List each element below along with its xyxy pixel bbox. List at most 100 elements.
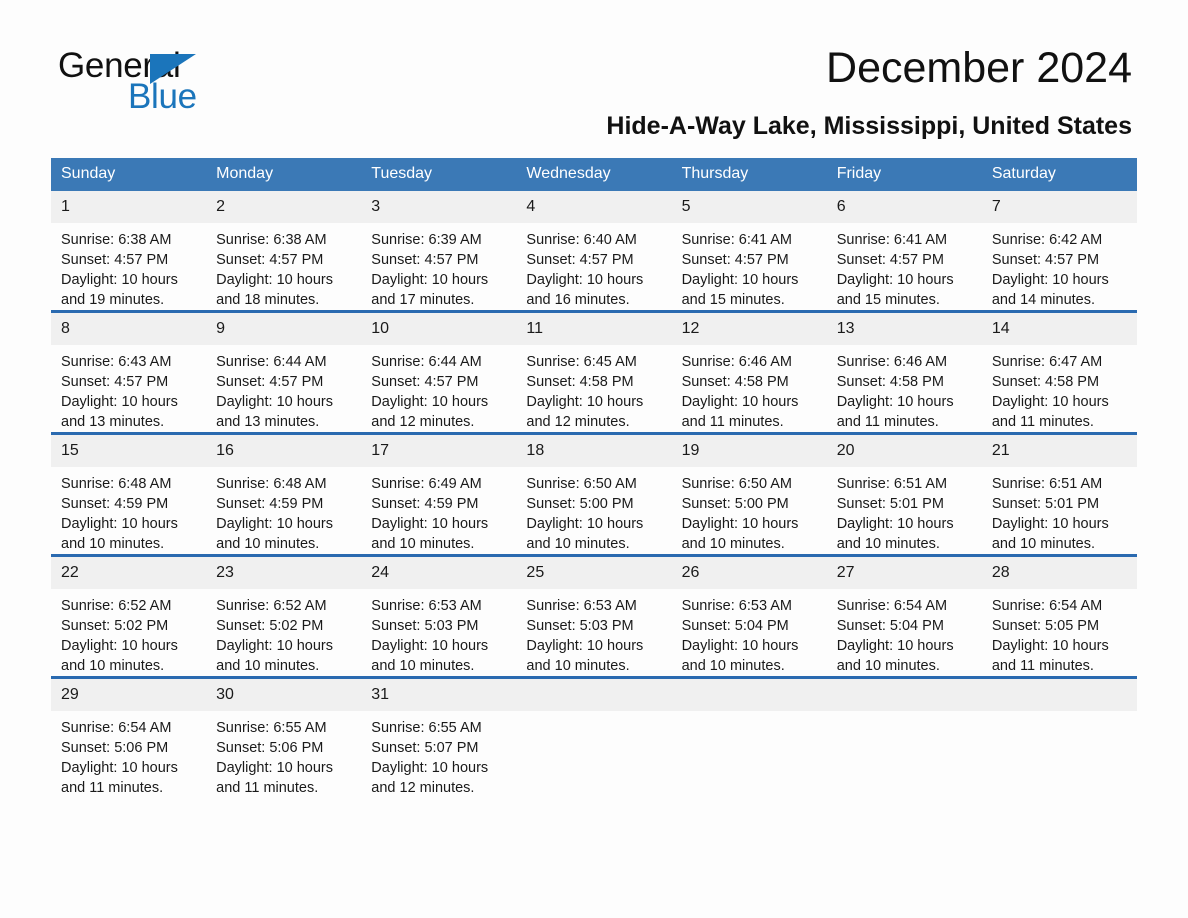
sunrise-text: Sunrise: 6:39 AM <box>371 232 482 248</box>
day-cell[interactable]: 13 Sunrise: 6:46 AM Sunset: 4:58 PM Dayl… <box>826 310 982 434</box>
day-number: 1 <box>51 191 207 223</box>
day-number: 31 <box>361 679 517 711</box>
day-details: Sunrise: 6:51 AM Sunset: 5:01 PM Dayligh… <box>827 467 982 554</box>
day-cell[interactable]: 23 Sunrise: 6:52 AM Sunset: 5:02 PM Dayl… <box>206 554 362 678</box>
sunset-text: Sunset: 5:01 PM <box>836 496 944 512</box>
day-cell[interactable]: 22 Sunrise: 6:52 AM Sunset: 5:02 PM Dayl… <box>51 554 207 678</box>
day-cell[interactable]: 6 Sunrise: 6:41 AM Sunset: 4:57 PM Dayli… <box>826 191 982 312</box>
day-details: Sunrise: 6:48 AM Sunset: 4:59 PM Dayligh… <box>51 467 206 554</box>
day-details: Sunrise: 6:53 AM Sunset: 5:03 PM Dayligh… <box>516 589 671 676</box>
sunset-text: Sunset: 5:00 PM <box>526 496 634 512</box>
daylight-text: Daylight: 10 hours and 10 minutes. <box>371 638 489 674</box>
day-cell[interactable]: 4 Sunrise: 6:40 AM Sunset: 4:57 PM Dayli… <box>516 191 672 312</box>
day-cell[interactable]: 11 Sunrise: 6:45 AM Sunset: 4:58 PM Dayl… <box>516 310 672 434</box>
day-cell[interactable]: 19 Sunrise: 6:50 AM Sunset: 5:00 PM Dayl… <box>671 432 827 556</box>
day-number: 30 <box>206 679 362 711</box>
day-cell[interactable]: 21 Sunrise: 6:51 AM Sunset: 5:01 PM Dayl… <box>981 432 1137 556</box>
day-number: 29 <box>51 679 207 711</box>
sunrise-text: Sunrise: 6:54 AM <box>61 720 172 736</box>
daylight-text: Daylight: 10 hours and 11 minutes. <box>216 760 334 796</box>
day-cell[interactable]: 27 Sunrise: 6:54 AM Sunset: 5:04 PM Dayl… <box>826 554 982 678</box>
sunset-text: Sunset: 5:07 PM <box>371 740 479 756</box>
sunrise-text: Sunrise: 6:38 AM <box>61 232 172 248</box>
daylight-text: Daylight: 10 hours and 19 minutes. <box>61 272 178 308</box>
sunset-text: Sunset: 5:04 PM <box>836 618 944 634</box>
day-number: 27 <box>826 557 982 589</box>
day-cell[interactable]: 30 Sunrise: 6:55 AM Sunset: 5:06 PM Dayl… <box>206 676 362 798</box>
day-cell[interactable]: 9 Sunrise: 6:44 AM Sunset: 4:57 PM Dayli… <box>206 310 362 434</box>
day-cell[interactable]: 20 Sunrise: 6:51 AM Sunset: 5:01 PM Dayl… <box>826 432 982 556</box>
daylight-text: Daylight: 10 hours and 15 minutes. <box>836 272 954 308</box>
sunrise-text: Sunrise: 6:47 AM <box>991 354 1103 370</box>
day-details: Sunrise: 6:48 AM Sunset: 4:59 PM Dayligh… <box>206 467 361 554</box>
sunset-text: Sunset: 5:00 PM <box>681 496 789 512</box>
calendar-week-row: 29 Sunrise: 6:54 AM Sunset: 5:06 PM Dayl… <box>51 676 1137 798</box>
sunset-text: Sunset: 4:57 PM <box>991 252 1100 268</box>
day-cell[interactable]: 18 Sunrise: 6:50 AM Sunset: 5:00 PM Dayl… <box>516 432 672 556</box>
day-cell[interactable]: 31 Sunrise: 6:55 AM Sunset: 5:07 PM Dayl… <box>361 676 517 798</box>
day-details: Sunrise: 6:46 AM Sunset: 4:58 PM Dayligh… <box>672 345 827 432</box>
sunset-text: Sunset: 5:04 PM <box>681 618 789 634</box>
daylight-text: Daylight: 10 hours and 10 minutes. <box>216 638 334 674</box>
daylight-text: Daylight: 10 hours and 18 minutes. <box>216 272 334 308</box>
day-number: 15 <box>51 435 207 467</box>
daylight-text: Daylight: 10 hours and 10 minutes. <box>371 516 489 552</box>
sunset-text: Sunset: 4:57 PM <box>61 374 169 390</box>
day-cell[interactable]: 1 Sunrise: 6:38 AM Sunset: 4:57 PM Dayli… <box>51 191 207 312</box>
logo-text-blue: Blue <box>128 77 197 116</box>
day-number <box>671 679 827 711</box>
day-cell[interactable]: 17 Sunrise: 6:49 AM Sunset: 4:59 PM Dayl… <box>361 432 517 556</box>
weekday-header-friday: Friday <box>826 158 982 191</box>
day-cell[interactable]: 26 Sunrise: 6:53 AM Sunset: 5:04 PM Dayl… <box>671 554 827 678</box>
sunrise-text: Sunrise: 6:48 AM <box>61 476 172 492</box>
daylight-text: Daylight: 10 hours and 10 minutes. <box>216 516 334 552</box>
day-cell[interactable]: 8 Sunrise: 6:43 AM Sunset: 4:57 PM Dayli… <box>51 310 207 434</box>
day-number: 5 <box>671 191 827 223</box>
day-number: 2 <box>206 191 362 223</box>
weekday-header-monday: Monday <box>206 158 362 191</box>
sunrise-text: Sunrise: 6:54 AM <box>836 598 948 614</box>
day-cell[interactable]: 25 Sunrise: 6:53 AM Sunset: 5:03 PM Dayl… <box>516 554 672 678</box>
day-number: 4 <box>516 191 672 223</box>
day-cell[interactable]: 2 Sunrise: 6:38 AM Sunset: 4:57 PM Dayli… <box>206 191 362 312</box>
sunset-text: Sunset: 4:57 PM <box>526 252 634 268</box>
day-cell[interactable]: 24 Sunrise: 6:53 AM Sunset: 5:03 PM Dayl… <box>361 554 517 678</box>
day-cell[interactable]: 16 Sunrise: 6:48 AM Sunset: 4:59 PM Dayl… <box>206 432 362 556</box>
daylight-text: Daylight: 10 hours and 12 minutes. <box>371 760 489 796</box>
day-cell[interactable]: 5 Sunrise: 6:41 AM Sunset: 4:57 PM Dayli… <box>671 191 827 312</box>
sunset-text: Sunset: 4:57 PM <box>216 374 324 390</box>
day-cell[interactable]: 29 Sunrise: 6:54 AM Sunset: 5:06 PM Dayl… <box>51 676 207 798</box>
day-details: Sunrise: 6:39 AM Sunset: 4:57 PM Dayligh… <box>361 223 516 310</box>
day-cell[interactable]: 15 Sunrise: 6:48 AM Sunset: 4:59 PM Dayl… <box>51 432 207 556</box>
day-number: 12 <box>671 313 827 345</box>
day-details: Sunrise: 6:41 AM Sunset: 4:57 PM Dayligh… <box>827 223 982 310</box>
sunrise-text: Sunrise: 6:55 AM <box>216 720 327 736</box>
daylight-text: Daylight: 10 hours and 10 minutes. <box>526 516 644 552</box>
day-cell[interactable]: 12 Sunrise: 6:46 AM Sunset: 4:58 PM Dayl… <box>671 310 827 434</box>
day-number: 24 <box>361 557 517 589</box>
sunrise-text: Sunrise: 6:53 AM <box>526 598 637 614</box>
daylight-text: Daylight: 10 hours and 10 minutes. <box>991 516 1109 552</box>
day-details: Sunrise: 6:52 AM Sunset: 5:02 PM Dayligh… <box>51 589 206 676</box>
sunrise-text: Sunrise: 6:49 AM <box>371 476 482 492</box>
daylight-text: Daylight: 10 hours and 10 minutes. <box>526 638 644 674</box>
daylight-text: Daylight: 10 hours and 15 minutes. <box>681 272 799 308</box>
day-details: Sunrise: 6:53 AM Sunset: 5:03 PM Dayligh… <box>361 589 516 676</box>
day-cell[interactable]: 3 Sunrise: 6:39 AM Sunset: 4:57 PM Dayli… <box>361 191 517 312</box>
sunrise-text: Sunrise: 6:51 AM <box>836 476 948 492</box>
sunrise-text: Sunrise: 6:44 AM <box>371 354 482 370</box>
day-number: 23 <box>206 557 362 589</box>
day-cell-empty <box>826 676 982 798</box>
day-cell[interactable]: 10 Sunrise: 6:44 AM Sunset: 4:57 PM Dayl… <box>361 310 517 434</box>
sunset-text: Sunset: 5:06 PM <box>216 740 324 756</box>
general-blue-logo[interactable]: General Blue <box>58 48 318 114</box>
daylight-text: Daylight: 10 hours and 11 minutes. <box>681 394 799 430</box>
day-number <box>826 679 982 711</box>
day-cell[interactable]: 14 Sunrise: 6:47 AM Sunset: 4:58 PM Dayl… <box>981 310 1137 434</box>
page-header: General Blue December 2024 Hide-A-Way La… <box>0 0 1188 140</box>
page-title: December 2024 <box>826 44 1132 92</box>
calendar-week-row: 1 Sunrise: 6:38 AM Sunset: 4:57 PM Dayli… <box>51 191 1137 312</box>
day-number: 7 <box>981 191 1137 223</box>
day-cell[interactable]: 7 Sunrise: 6:42 AM Sunset: 4:57 PM Dayli… <box>981 191 1137 312</box>
day-cell[interactable]: 28 Sunrise: 6:54 AM Sunset: 5:05 PM Dayl… <box>981 554 1137 678</box>
